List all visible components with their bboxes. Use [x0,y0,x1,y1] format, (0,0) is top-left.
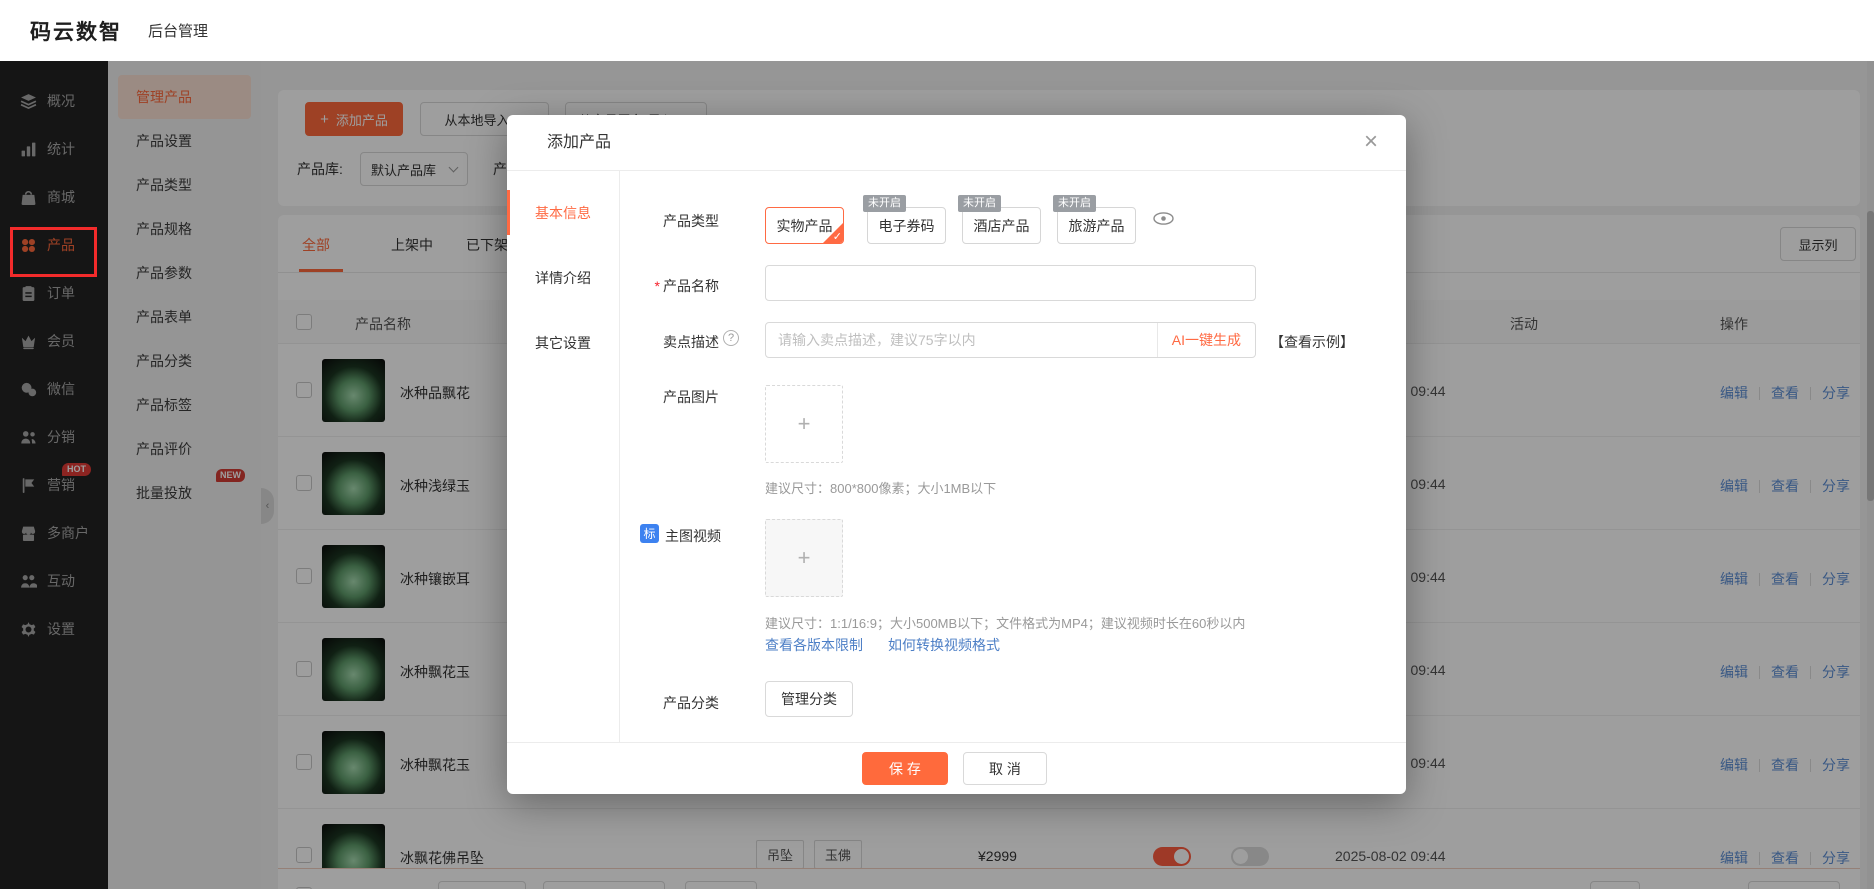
type-label: 实物产品 [777,216,833,236]
product-category-label: 产品分类 [627,693,719,713]
modal-header: 添加产品 [507,115,1406,171]
type-hotel-button[interactable]: 酒店产品未开启 [962,207,1041,244]
version-limit-link[interactable]: 查看各版本限制 [765,635,863,655]
highlight-box-product [10,227,97,277]
convert-video-link[interactable]: 如何转换视频格式 [888,635,1000,655]
add-product-modal: 添加产品 基本信息 详情介绍 其它设置 产品类型 实物产品✓ 电子券码未开启 酒… [507,115,1406,794]
product-type-label: 产品类型 [627,211,719,231]
modal-footer: 保 存 取 消 [507,742,1406,794]
product-name-input[interactable] [765,265,1256,301]
selling-point-input[interactable] [766,332,1157,348]
modal-tab-rail: 基本信息 详情介绍 其它设置 [507,171,620,742]
save-button[interactable]: 保 存 [862,752,948,785]
view-example-link[interactable]: 【查看示例】 [1270,332,1354,352]
image-upload-box[interactable] [765,385,843,463]
selling-point-label: 卖点描述 [627,332,719,352]
disabled-badge: 未开启 [1053,195,1096,212]
disabled-badge: 未开启 [958,195,1001,212]
modal-title: 添加产品 [547,115,611,171]
topbar-subtitle: 后台管理 [148,20,208,41]
tab-detail-intro[interactable]: 详情介绍 [507,245,619,310]
video-upload-box[interactable] [765,519,843,597]
type-travel-button[interactable]: 旅游产品未开启 [1057,207,1136,244]
help-icon[interactable]: ? [723,330,739,346]
selling-point-group: AI一键生成 [765,322,1256,358]
cancel-button[interactable]: 取 消 [963,752,1047,785]
tab-other-settings[interactable]: 其它设置 [507,310,619,375]
close-icon[interactable] [1364,128,1378,156]
type-physical-button[interactable]: 实物产品✓ [765,207,844,244]
manage-category-button[interactable]: 管理分类 [765,681,853,717]
product-name-label: 产品名称 [627,276,719,296]
type-label: 电子券码 [879,216,935,236]
disabled-badge: 未开启 [863,195,906,212]
type-label: 旅游产品 [1069,216,1125,236]
ai-generate-button[interactable]: AI一键生成 [1157,323,1255,357]
check-icon: ✓ [833,230,842,243]
main-video-label: 主图视频 [665,526,721,546]
type-evoucher-button[interactable]: 电子券码未开启 [867,207,946,244]
tab-basic-info[interactable]: 基本信息 [507,180,619,245]
product-image-label: 产品图片 [627,387,719,407]
image-size-hint: 建议尺寸：800*800像素；大小1MB以下 [765,478,996,497]
brand-logo: 码云数智 [30,16,122,46]
video-size-hint: 建议尺寸：1:1/16:9；大小500MB以下；文件格式为MP4；建议视频时长在… [765,613,1245,632]
eye-icon[interactable] [1153,212,1174,225]
type-label: 酒店产品 [974,216,1030,236]
topbar: 码云数智 后台管理 [0,0,1874,61]
video-tag-badge: 标 [640,524,659,543]
